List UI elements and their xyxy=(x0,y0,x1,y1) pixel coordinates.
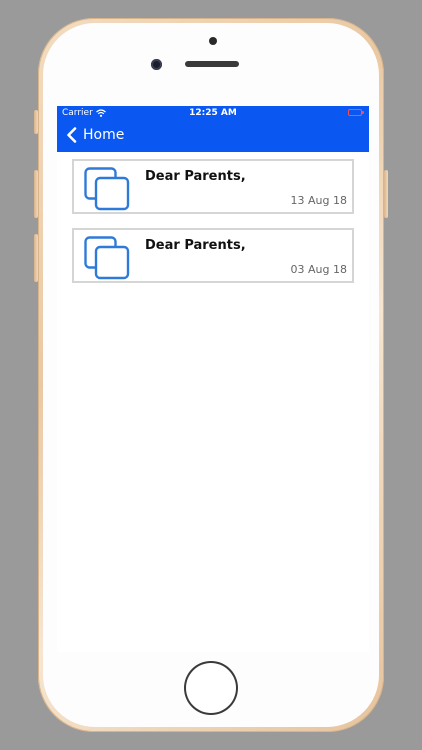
message-card[interactable]: Dear Parents, 13 Aug 18 xyxy=(72,159,354,214)
message-card[interactable]: Dear Parents, 03 Aug 18 xyxy=(72,228,354,283)
copy-icon xyxy=(84,167,130,211)
message-list: Dear Parents, 13 Aug 18 Dear Parents, 03… xyxy=(72,159,354,297)
volume-down-button xyxy=(34,234,38,282)
message-title: Dear Parents, xyxy=(145,169,246,184)
chevron-left-icon xyxy=(67,127,77,143)
back-label: Home xyxy=(83,127,125,143)
status-bar: Carrier 12:25 AM xyxy=(57,106,369,120)
message-date: 03 Aug 18 xyxy=(290,263,347,276)
mute-switch xyxy=(34,110,38,134)
front-camera xyxy=(151,59,162,70)
navigation-bar: Home xyxy=(57,120,369,152)
app-screen: Carrier 12:25 AM Home Dear Parents, 13 A… xyxy=(57,106,369,652)
status-time: 12:25 AM xyxy=(189,108,237,118)
home-button[interactable] xyxy=(186,663,236,713)
copy-icon xyxy=(84,236,130,280)
back-button[interactable]: Home xyxy=(66,127,124,143)
message-title: Dear Parents, xyxy=(145,238,246,253)
battery-icon xyxy=(348,109,364,116)
top-sensor xyxy=(209,37,217,45)
message-date: 13 Aug 18 xyxy=(290,194,347,207)
earpiece-speaker xyxy=(185,61,239,67)
volume-up-button xyxy=(34,170,38,218)
power-button xyxy=(384,170,388,218)
